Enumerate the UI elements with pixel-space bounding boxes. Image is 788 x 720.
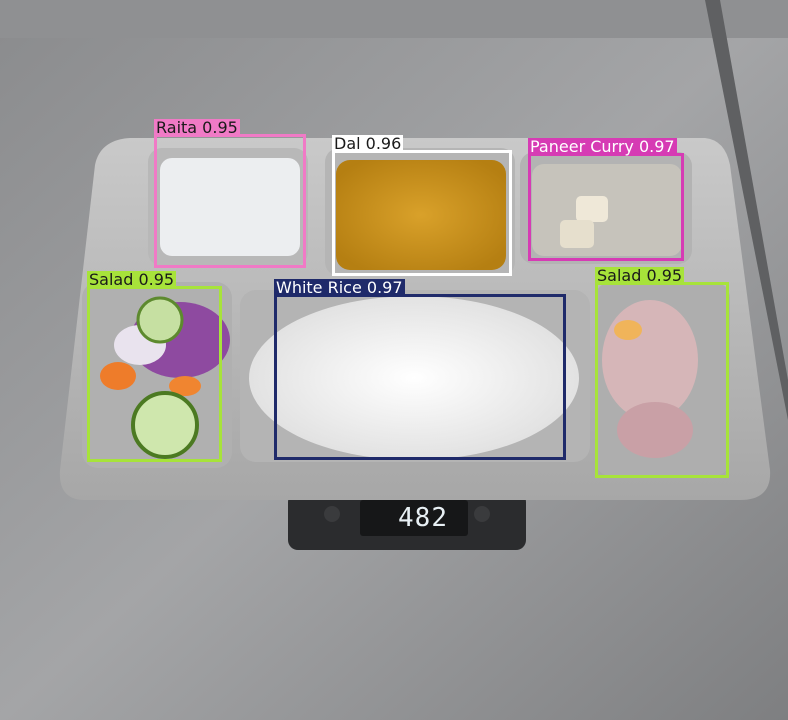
detection-box-paneer-curry[interactable]: Paneer Curry 0.97 — [528, 138, 684, 261]
detection-box-salad-right[interactable]: Salad 0.95 — [595, 267, 729, 478]
detection-label: Paneer Curry 0.97 — [528, 137, 677, 156]
detection-label: Dal 0.96 — [332, 134, 404, 153]
back-wall — [0, 0, 788, 38]
detection-box-dal[interactable]: Dal 0.96 — [332, 135, 512, 276]
detection-label: White Rice 0.97 — [274, 278, 405, 297]
scale-button-left — [324, 506, 340, 522]
scale-weight-readout: 482 — [398, 503, 448, 533]
detection-label: Raita 0.95 — [154, 118, 240, 137]
detection-box-raita[interactable]: Raita 0.95 — [154, 119, 306, 268]
scale-button-right — [474, 506, 490, 522]
detection-label: Salad 0.95 — [87, 270, 177, 289]
detection-label: Salad 0.95 — [595, 266, 685, 285]
detection-box-white-rice[interactable]: White Rice 0.97 — [274, 279, 566, 460]
detection-box-salad-left[interactable]: Salad 0.95 — [87, 271, 222, 462]
